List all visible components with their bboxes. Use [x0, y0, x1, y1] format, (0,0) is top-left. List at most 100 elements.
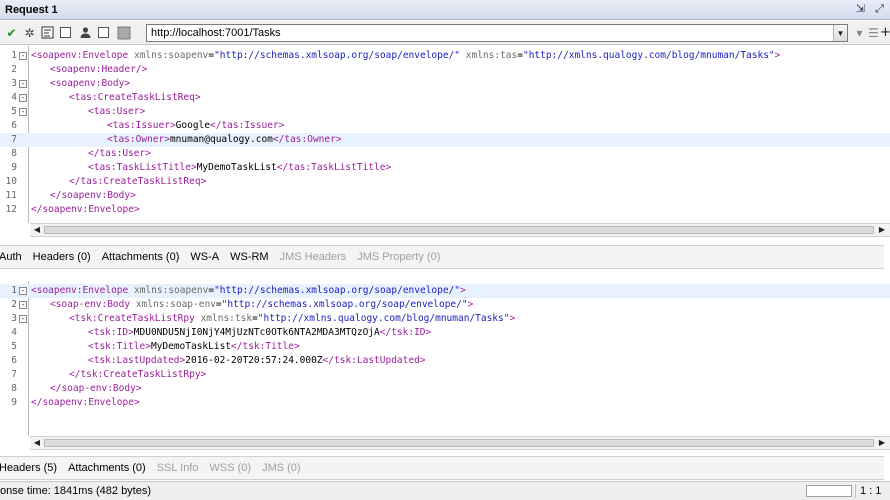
request-horizontal-scrollbar[interactable]: ◀ ▶	[30, 223, 890, 237]
code-line[interactable]: 8 </tas:User>	[0, 147, 890, 161]
code-line[interactable]: 9 <tas:TaskListTitle>MyDemoTaskList</tas:…	[0, 161, 890, 175]
settings-icon[interactable]: ▾	[852, 25, 867, 40]
code-token: tas:CreateTaskListReq	[74, 92, 195, 103]
code-token: soapenv:Body	[55, 78, 125, 89]
response-horizontal-scrollbar[interactable]: ◀ ▶	[30, 436, 890, 450]
user-icon[interactable]	[78, 25, 93, 40]
fold-toggle-icon[interactable]: -	[19, 80, 27, 88]
form-view-icon[interactable]	[40, 25, 55, 40]
tab-ws-rm[interactable]: WS-RM	[225, 251, 275, 263]
code-line[interactable]: 9 </soapenv:Envelope>	[0, 396, 890, 410]
scroll-left-icon[interactable]: ◀	[31, 437, 43, 449]
tab-headers-0[interactable]: Headers (0)	[28, 251, 97, 263]
scroll-thumb[interactable]	[44, 439, 874, 447]
fold-toggle-icon[interactable]: -	[19, 287, 27, 295]
code-token: tas:User	[93, 106, 140, 117]
code-line[interactable]: 2 <soapenv:Header/>	[0, 63, 890, 77]
code-line[interactable]: 3- <soapenv:Body>	[0, 77, 890, 91]
code-token: >	[460, 285, 466, 296]
code-token: tas:Owner	[112, 134, 165, 145]
code-token: tas:Issuer	[221, 120, 279, 131]
code-token: tas:Owner	[284, 134, 336, 145]
fold-toggle-icon[interactable]: -	[19, 94, 27, 102]
endpoint-url-field[interactable]: ▼	[146, 24, 848, 42]
tab-attachments-0[interactable]: Attachments (0)	[97, 251, 186, 263]
code-line[interactable]: 6 <tas:Issuer>Google</tas:Issuer>	[0, 119, 890, 133]
scroll-right-icon[interactable]: ▶	[876, 437, 888, 449]
code-line[interactable]: 4- <tas:CreateTaskListReq>	[0, 91, 890, 105]
endpoint-url-input[interactable]	[147, 25, 833, 41]
tab-ws-a[interactable]: WS-A	[185, 251, 225, 263]
code-token: "http://schemas.xmlsoap.org/soap/envelop…	[221, 299, 468, 310]
code-text: <tas:Owner>mnuman@qualogy.com</tas:Owner…	[107, 133, 342, 147]
code-line[interactable]: 10 </tas:CreateTaskListReq>	[0, 175, 890, 189]
request-toolbar: ✔ ✲ ▼ ▾ ☰ +	[0, 21, 890, 45]
code-text: <tas:User>	[88, 105, 145, 119]
code-token: soap-env:Body	[61, 383, 136, 394]
request-xml-editor[interactable]: 1- <soapenv:Envelope xmlns:soapenv="http:…	[0, 46, 890, 237]
stop-icon[interactable]	[58, 25, 73, 40]
code-token: >	[133, 204, 140, 215]
scroll-left-icon[interactable]: ◀	[31, 224, 43, 236]
code-line[interactable]: 8 </soap-env:Body>	[0, 382, 890, 396]
detach-icon[interactable]: ⇲	[854, 3, 867, 16]
code-token: >	[130, 190, 136, 201]
response-xml-editor[interactable]: 1- <soapenv:Envelope xmlns:soapenv="http:…	[0, 281, 890, 451]
raw-view-icon[interactable]	[96, 25, 111, 40]
code-token: MDU0NDU5NjI0NjY4MjUzNTc0OTk6NTA2MDA3MTQz…	[133, 327, 380, 338]
tab-auth[interactable]: Auth	[0, 251, 28, 263]
code-token: tsk:LastUpdated	[93, 355, 180, 366]
line-number: 4	[11, 327, 17, 338]
tab-jms-property-0: JMS Property (0)	[357, 251, 441, 263]
code-token: </	[31, 397, 43, 408]
code-text: </soapenv:Body>	[50, 189, 136, 203]
tab-headers-5[interactable]: Headers (5)	[0, 462, 63, 474]
fold-toggle-icon[interactable]: -	[19, 315, 27, 323]
code-token: >	[200, 176, 207, 187]
code-line[interactable]: 3- <tsk:CreateTaskListRpy xmlns:tsk="http…	[0, 312, 890, 326]
code-text: <tas:TaskListTitle>MyDemoTaskList</tas:T…	[88, 161, 391, 175]
code-token: >	[145, 148, 151, 159]
code-line[interactable]: 5 <tsk:Title>MyDemoTaskList</tsk:Title>	[0, 340, 890, 354]
code-token: tas:CreateTaskListReq	[80, 176, 201, 187]
code-line[interactable]: 11 </soapenv:Body>	[0, 189, 890, 203]
line-number: 7	[11, 134, 17, 145]
split-view-icon[interactable]	[116, 25, 131, 40]
fold-toggle-icon[interactable]: -	[19, 108, 27, 116]
code-token: xmlns:tas	[465, 50, 518, 61]
code-token: </	[50, 383, 62, 394]
code-line[interactable]: 2- <soap-env:Body xmlns:soap-env="http://…	[0, 298, 890, 312]
tab-ssl-info: SSL Info	[156, 462, 199, 474]
code-token: MyDemoTaskList	[196, 162, 277, 173]
code-text: <soapenv:Header/>	[50, 63, 147, 77]
code-token: soapenv:Body	[61, 190, 131, 201]
code-line[interactable]: 12 </soapenv:Envelope>	[0, 203, 890, 217]
add-step-icon[interactable]: ✲	[22, 25, 37, 40]
response-tab-bar: Headers (5) Attachments (0) SSL Info WSS (0…	[0, 456, 884, 480]
code-token: >	[425, 327, 432, 338]
code-token: tsk:ID	[391, 327, 426, 338]
code-token: </	[50, 190, 62, 201]
code-token: </	[272, 134, 285, 145]
code-line[interactable]: 5- <tas:User>	[0, 105, 890, 119]
status-bar: onse time: 1841ms (482 bytes) 1 : 1	[0, 481, 890, 500]
code-line[interactable]: 6 <tsk:LastUpdated>2016-02-20T20:57:24.00…	[0, 354, 890, 368]
scroll-thumb[interactable]	[44, 226, 874, 234]
add-icon[interactable]: +	[878, 25, 890, 40]
code-token: xmlns:soapenv	[133, 50, 209, 61]
fold-toggle-icon[interactable]: -	[19, 52, 27, 60]
code-line[interactable]: 1- <soapenv:Envelope xmlns:soapenv="http:…	[0, 49, 890, 63]
code-line[interactable]: 4 <tsk:ID>MDU0NDU5NjI0NjY4MjUzNTc0OTk6NTA…	[0, 326, 890, 340]
code-token: tas:TaskListTitle	[93, 162, 191, 173]
scroll-right-icon[interactable]: ▶	[876, 224, 888, 236]
code-line[interactable]: 7 </tsk:CreateTaskListRpy>	[0, 368, 890, 382]
code-text: </soapenv:Envelope>	[31, 396, 140, 410]
maximize-icon[interactable]: ⤢	[873, 3, 886, 16]
code-line[interactable]: 1- <soapenv:Envelope xmlns:soapenv="http:…	[0, 284, 890, 298]
code-line[interactable]: 7 <tas:Owner>mnuman@qualogy.com</tas:Owne…	[0, 133, 890, 147]
chevron-down-icon[interactable]: ▼	[833, 25, 847, 41]
tab-attachments-0[interactable]: Attachments (0)	[63, 462, 152, 474]
code-token: >	[293, 341, 300, 352]
run-icon[interactable]: ✔	[4, 25, 19, 40]
fold-toggle-icon[interactable]: -	[19, 301, 27, 309]
